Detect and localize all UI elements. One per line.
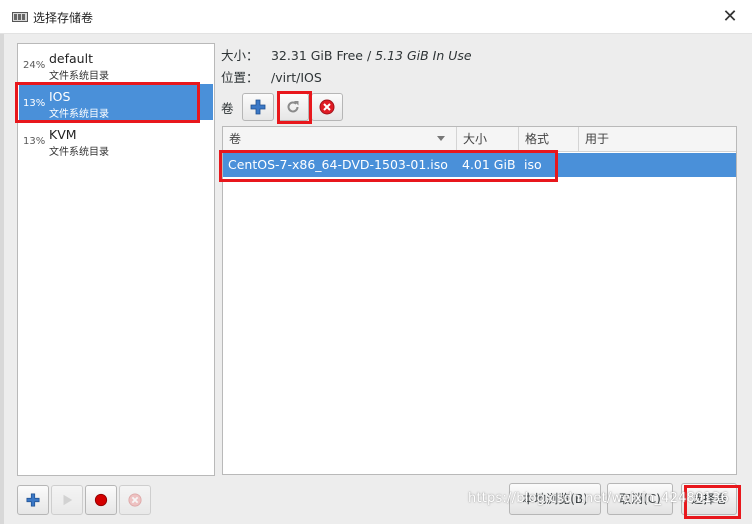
column-header-format[interactable]: 格式 (519, 127, 579, 151)
start-pool-button[interactable] (51, 485, 83, 515)
delete-pool-button[interactable] (119, 485, 151, 515)
pool-location-row: 位置： /virt/IOS (221, 67, 322, 86)
table-header: 卷 大小 格式 用于 (223, 127, 736, 152)
watermark-text: https://blog.csdn.net/weixin_42480136 (468, 491, 729, 506)
pool-item-default[interactable]: 24% default 文件系统目录 (19, 46, 213, 82)
sort-arrow-icon (437, 136, 445, 141)
play-icon (63, 494, 73, 506)
delete-icon (319, 99, 335, 115)
column-header-volume[interactable]: 卷 (223, 127, 457, 151)
pool-usage-percent: 24% (23, 60, 46, 71)
record-icon (94, 493, 108, 507)
volumes-label: 卷 (221, 101, 234, 116)
pool-type: 文件系统目录 (49, 71, 109, 82)
pool-size-row: 大小： 32.31 GiB Free / 5.13 GiB In Use (221, 45, 472, 64)
pool-name: default (49, 51, 93, 66)
add-volume-button[interactable] (242, 93, 274, 121)
title-bar: 选择存储卷 ✕ (0, 0, 752, 34)
background-window-edge (0, 34, 4, 524)
highlight-box-pool (15, 82, 200, 123)
size-in-use-value: 5.13 GiB In Use (375, 48, 472, 63)
stop-icon (128, 493, 142, 507)
stop-pool-button[interactable] (85, 485, 117, 515)
delete-volume-button[interactable] (311, 93, 343, 121)
location-label: 位置： (221, 70, 259, 85)
pool-usage-percent: 13% (23, 136, 46, 147)
window-title: 选择存储卷 (33, 11, 94, 25)
column-header-size[interactable]: 大小 (457, 127, 519, 151)
pool-type: 文件系统目录 (49, 147, 109, 158)
app-icon (12, 12, 28, 22)
highlight-box-volume (219, 150, 558, 182)
column-header-used-by[interactable]: 用于 (579, 127, 736, 151)
add-pool-button[interactable] (17, 485, 49, 515)
size-label: 大小： (221, 48, 259, 63)
add-icon (26, 493, 40, 507)
add-icon (250, 99, 266, 115)
pool-name: KVM (49, 127, 77, 142)
pool-item-kvm[interactable]: 13% KVM 文件系统目录 (19, 122, 213, 158)
location-value: /virt/IOS (270, 70, 322, 85)
highlight-box-refresh (277, 91, 312, 124)
close-icon[interactable]: ✕ (719, 6, 741, 28)
size-free-value: 32.31 GiB Free / (270, 48, 376, 63)
